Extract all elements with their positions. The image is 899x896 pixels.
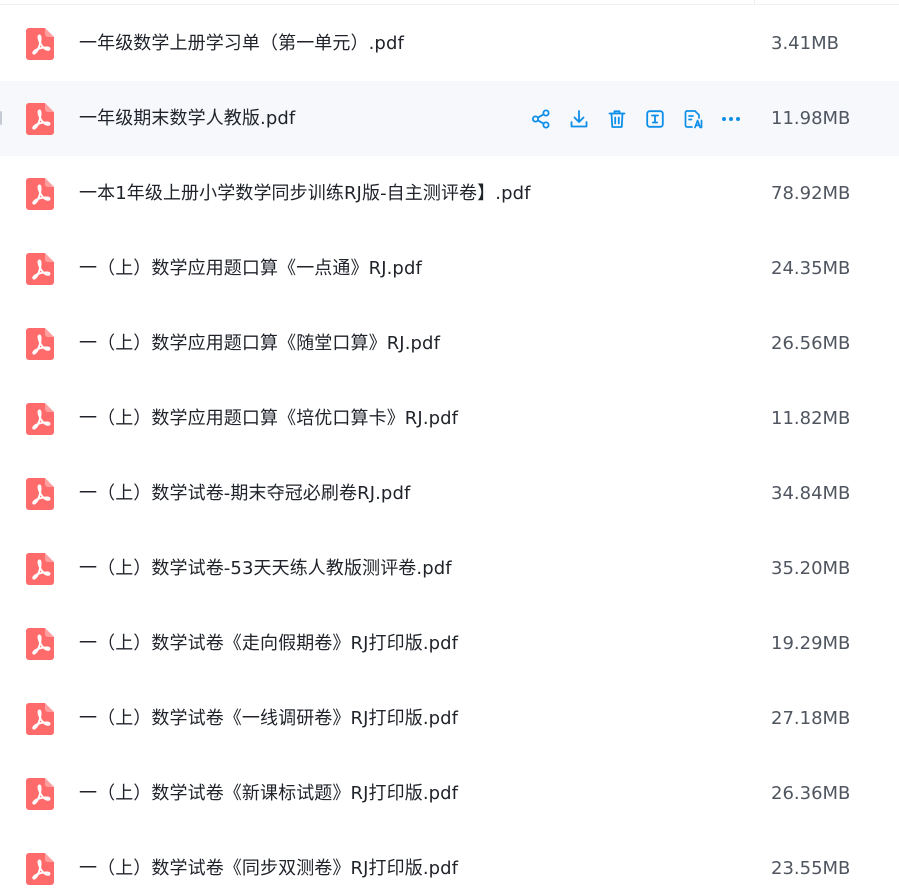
- delete-icon[interactable]: [604, 106, 630, 132]
- file-size: 35.20MB: [771, 558, 851, 579]
- pdf-file-icon: [26, 328, 54, 360]
- pdf-file-icon: [26, 628, 54, 660]
- column-divider[interactable]: [754, 0, 755, 5]
- file-row[interactable]: 一（上）数学试卷《走向假期卷》RJ打印版.pdf 19.29MB: [0, 606, 899, 681]
- file-size: 26.36MB: [771, 783, 851, 804]
- header-divider: [0, 4, 899, 5]
- download-icon[interactable]: [566, 106, 592, 132]
- pdf-file-icon: [26, 478, 54, 510]
- file-row[interactable]: 一本1年级上册小学数学同步训练RJ版-自主测评卷】.pdf 78.92MB: [0, 156, 899, 231]
- file-name[interactable]: 一（上）数学试卷《新课标试题》RJ打印版.pdf: [79, 756, 458, 831]
- pdf-file-icon: [26, 28, 54, 60]
- file-size: 3.41MB: [771, 33, 839, 54]
- file-size: 11.98MB: [771, 108, 851, 129]
- rename-icon[interactable]: [642, 106, 668, 132]
- pdf-file-icon: [26, 403, 54, 435]
- share-icon[interactable]: [528, 106, 554, 132]
- file-size: 26.56MB: [771, 333, 851, 354]
- row-select-marker: [0, 111, 2, 125]
- file-name[interactable]: 一（上）数学试卷《走向假期卷》RJ打印版.pdf: [79, 606, 458, 681]
- file-size: 27.18MB: [771, 708, 851, 729]
- file-name[interactable]: 一年级期末数学人教版.pdf: [79, 81, 295, 156]
- pdf-file-icon: [26, 178, 54, 210]
- file-row[interactable]: 一（上）数学试卷-53天天练人教版测评卷.pdf 35.20MB: [0, 531, 899, 606]
- file-row[interactable]: 一（上）数学试卷-期末夺冠必刷卷RJ.pdf 34.84MB: [0, 456, 899, 531]
- file-row[interactable]: 一（上）数学应用题口算《随堂口算》RJ.pdf 26.56MB: [0, 306, 899, 381]
- pdf-file-icon: [26, 553, 54, 585]
- file-row[interactable]: 一（上）数学试卷《新课标试题》RJ打印版.pdf 26.36MB: [0, 756, 899, 831]
- file-size: 23.55MB: [771, 858, 851, 879]
- file-row[interactable]: 一年级数学上册学习单（第一单元）.pdf 3.41MB: [0, 6, 899, 81]
- file-name[interactable]: 一年级数学上册学习单（第一单元）.pdf: [79, 6, 404, 81]
- file-list: 一年级数学上册学习单（第一单元）.pdf 3.41MB 一年级期末数学人教版.pdf…: [0, 0, 899, 896]
- file-name[interactable]: 一（上）数学试卷-53天天练人教版测评卷.pdf: [79, 531, 452, 606]
- file-name[interactable]: 一本1年级上册小学数学同步训练RJ版-自主测评卷】.pdf: [79, 156, 531, 231]
- file-size: 24.35MB: [771, 258, 851, 279]
- file-row[interactable]: 一（上）数学试卷《一线调研卷》RJ打印版.pdf 27.18MB: [0, 681, 899, 756]
- file-size: 78.92MB: [771, 183, 851, 204]
- more-icon[interactable]: [718, 106, 744, 132]
- file-size: 11.82MB: [771, 408, 851, 429]
- file-name[interactable]: 一（上）数学试卷《同步双测卷》RJ打印版.pdf: [79, 831, 458, 896]
- file-row[interactable]: 一（上）数学试卷《同步双测卷》RJ打印版.pdf 23.55MB: [0, 831, 899, 896]
- file-name[interactable]: 一（上）数学应用题口算《一点通》RJ.pdf: [79, 231, 422, 306]
- file-row[interactable]: 一年级期末数学人教版.pdf 11.98MB: [0, 81, 899, 156]
- pdf-file-icon: [26, 103, 54, 135]
- file-row[interactable]: 一（上）数学应用题口算《一点通》RJ.pdf 24.35MB: [0, 231, 899, 306]
- file-name[interactable]: 一（上）数学应用题口算《培优口算卡》RJ.pdf: [79, 381, 458, 456]
- file-row[interactable]: 一（上）数学应用题口算《培优口算卡》RJ.pdf 11.82MB: [0, 381, 899, 456]
- pdf-file-icon: [26, 703, 54, 735]
- file-size: 19.29MB: [771, 633, 851, 654]
- file-size: 34.84MB: [771, 483, 851, 504]
- convert-icon[interactable]: [680, 106, 706, 132]
- pdf-file-icon: [26, 853, 54, 885]
- pdf-file-icon: [26, 253, 54, 285]
- file-name[interactable]: 一（上）数学试卷-期末夺冠必刷卷RJ.pdf: [79, 456, 410, 531]
- file-name[interactable]: 一（上）数学应用题口算《随堂口算》RJ.pdf: [79, 306, 440, 381]
- row-actions: [528, 106, 744, 132]
- pdf-file-icon: [26, 778, 54, 810]
- file-name[interactable]: 一（上）数学试卷《一线调研卷》RJ打印版.pdf: [79, 681, 458, 756]
